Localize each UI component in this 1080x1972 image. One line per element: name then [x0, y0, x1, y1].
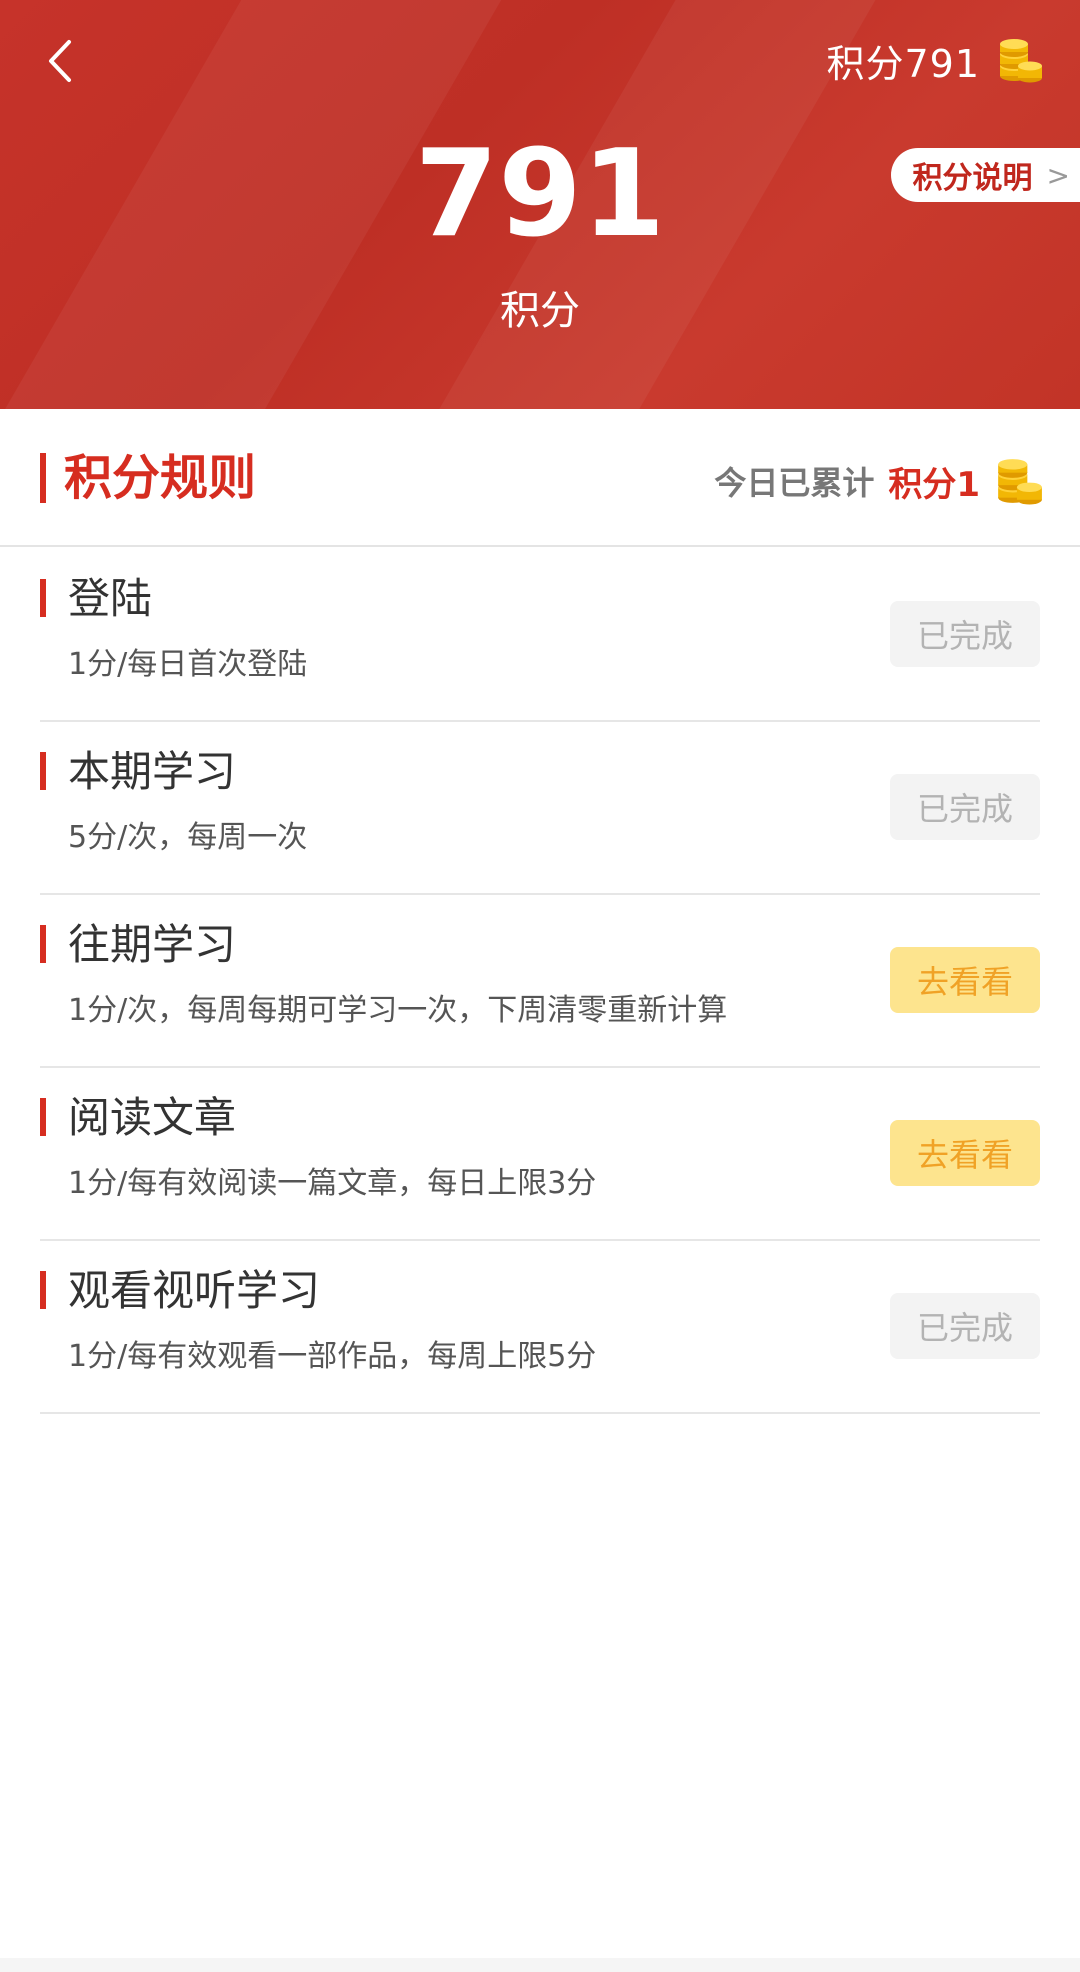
rules-title: 积分规则 [64, 450, 257, 506]
task-description: 1分/每日首次登陆 [68, 647, 308, 682]
rules-section-header: 积分规则 今日已累计 积分1 [0, 409, 1080, 547]
task-description: 1分/每有效观看一部作品，每周上限5分 [68, 1339, 597, 1374]
task-name: 观看视听学习 [68, 1266, 321, 1315]
task-action-button[interactable]: 去看看 [890, 947, 1040, 1013]
points-header: 积分791 积分说明 > 791 积分 [0, 0, 1080, 409]
coin-stack-icon [1000, 39, 1042, 83]
task-row: 观看视听学习 1分/每有效观看一部作品，每周上限5分 已完成 [40, 1241, 1040, 1414]
task-row: 往期学习 1分/次，每周每期可学习一次，下周清零重新计算 去看看 [40, 895, 1040, 1068]
task-action-button[interactable]: 已完成 [890, 774, 1040, 840]
task-name: 阅读文章 [68, 1093, 237, 1142]
task-action-button[interactable]: 去看看 [890, 1120, 1040, 1186]
task-action-button[interactable]: 已完成 [890, 1293, 1040, 1359]
task-accent-bar [40, 1271, 46, 1309]
bottom-strip [0, 1958, 1080, 1972]
points-total-unit: 积分 [500, 288, 580, 334]
task-accent-bar [40, 1098, 46, 1136]
task-accent-bar [40, 752, 46, 790]
today-points-label: 今日已累计 [714, 464, 875, 502]
section-accent-bar [40, 453, 46, 503]
today-points-value: 积分1 [888, 464, 980, 505]
coin-stack-icon [998, 459, 1042, 505]
total-points-label: 积分791 [826, 41, 980, 86]
points-total-value: 791 [414, 125, 666, 264]
task-row: 登陆 1分/每日首次登陆 已完成 [40, 549, 1040, 722]
task-accent-bar [40, 925, 46, 963]
task-row: 阅读文章 1分/每有效阅读一篇文章，每日上限3分 去看看 [40, 1068, 1040, 1241]
task-row: 本期学习 5分/次，每周一次 已完成 [40, 722, 1040, 895]
task-action-button[interactable]: 已完成 [890, 601, 1040, 667]
task-name: 登陆 [68, 574, 153, 623]
back-button[interactable] [30, 26, 90, 96]
task-description: 1分/次，每周每期可学习一次，下周清零重新计算 [68, 993, 728, 1028]
task-list: 登陆 1分/每日首次登陆 已完成 本期学习 5分/次，每周一次 已完成 往期学习… [0, 549, 1080, 1414]
back-arrow-icon [49, 40, 71, 82]
today-points-summary: 今日已累计 积分1 [714, 453, 1044, 509]
task-description: 1分/每有效阅读一篇文章，每日上限3分 [68, 1166, 597, 1201]
task-accent-bar [40, 579, 46, 617]
task-description: 5分/次，每周一次 [68, 820, 308, 855]
total-points-indicator[interactable]: 积分791 [826, 32, 1044, 88]
task-name: 本期学习 [68, 747, 237, 796]
task-name: 往期学习 [68, 920, 237, 969]
